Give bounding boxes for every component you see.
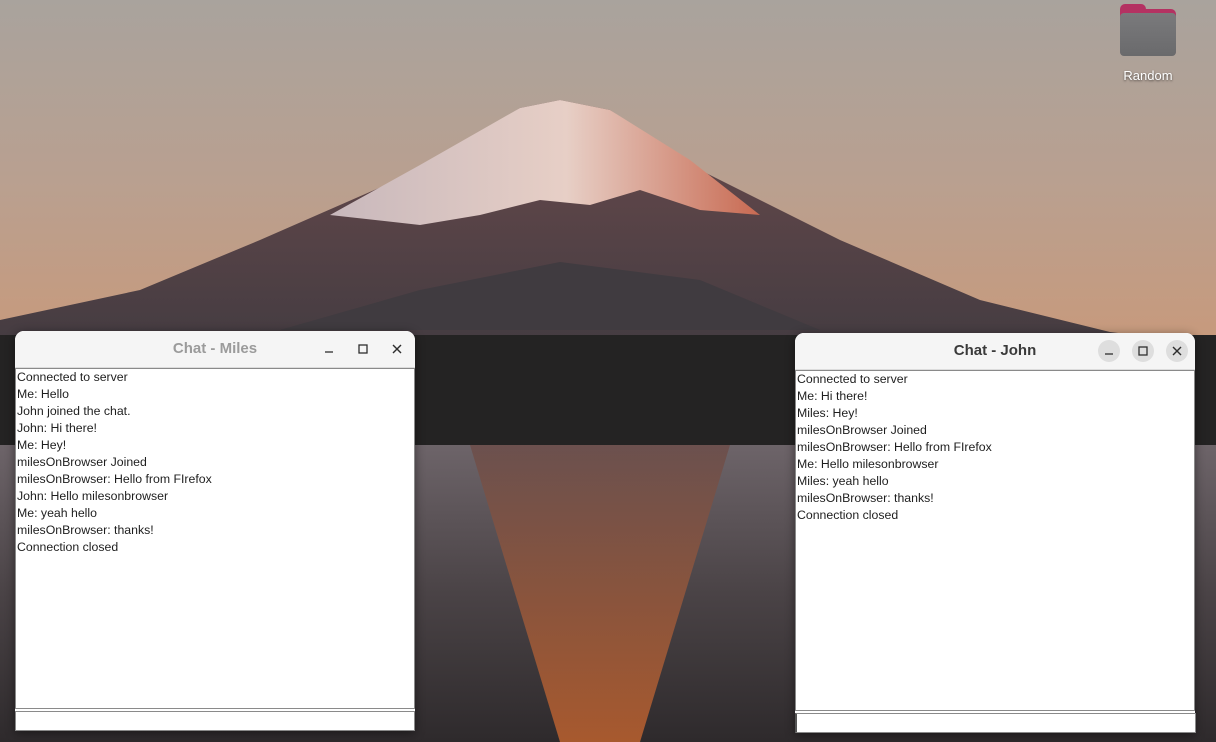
desktop: Random Chat - Miles Connected to server … <box>0 0 1216 742</box>
chat-message: Me: Hi there! <box>797 389 868 403</box>
chat-message: milesOnBrowser: thanks! <box>17 523 154 537</box>
chat-message: John joined the chat. <box>17 404 131 418</box>
title-bar[interactable]: Chat - Miles <box>15 331 415 368</box>
chat-log[interactable]: Connected to server Me: Hello John joine… <box>15 368 415 709</box>
desktop-folder-random[interactable]: Random <box>1108 2 1188 88</box>
chat-message: milesOnBrowser Joined <box>17 455 147 469</box>
chat-message: Connection closed <box>797 508 899 522</box>
chat-message: milesOnBrowser: Hello from FIrefox <box>797 440 992 454</box>
title-bar[interactable]: Chat - John <box>795 333 1195 370</box>
maximize-button[interactable] <box>1132 340 1154 362</box>
chat-message: Me: Hey! <box>17 438 67 452</box>
folder-icon <box>1120 4 1176 56</box>
chat-message: Connection closed <box>17 540 119 554</box>
chat-message: milesOnBrowser Joined <box>797 423 927 437</box>
chat-message: Me: Hello milesonbrowser <box>797 457 939 471</box>
close-button[interactable] <box>386 338 408 360</box>
close-button[interactable] <box>1166 340 1188 362</box>
close-icon <box>1172 346 1182 356</box>
minimize-icon <box>1105 353 1113 355</box>
chat-message: Me: yeah hello <box>17 506 97 520</box>
chat-message: milesOnBrowser: Hello from FIrefox <box>17 472 212 486</box>
message-input[interactable] <box>795 713 1196 733</box>
maximize-icon <box>1138 346 1148 356</box>
chat-window-miles[interactable]: Chat - Miles Connected to server Me: Hel… <box>15 331 415 731</box>
minimize-button[interactable] <box>1098 340 1120 362</box>
chat-window-john[interactable]: Chat - John Connected to server Me: Hi t… <box>795 333 1196 733</box>
chat-message: milesOnBrowser: thanks! <box>797 491 934 505</box>
maximize-button[interactable] <box>352 338 374 360</box>
maximize-icon <box>358 344 368 354</box>
message-input[interactable] <box>15 711 415 731</box>
minimize-icon <box>325 351 333 353</box>
chat-message: Miles: yeah hello <box>797 474 889 488</box>
chat-message: Connected to server <box>17 370 128 384</box>
chat-message: Me: Hello <box>17 387 69 401</box>
minimize-button[interactable] <box>318 338 340 360</box>
close-icon <box>392 344 402 354</box>
chat-message: John: Hi there! <box>17 421 97 435</box>
chat-message: Miles: Hey! <box>797 406 858 420</box>
chat-message: Connected to server <box>797 372 908 386</box>
chat-log[interactable]: Connected to server Me: Hi there! Miles:… <box>795 370 1195 711</box>
desktop-folder-label: Random <box>1123 68 1173 83</box>
chat-message: John: Hello milesonbrowser <box>17 489 169 503</box>
